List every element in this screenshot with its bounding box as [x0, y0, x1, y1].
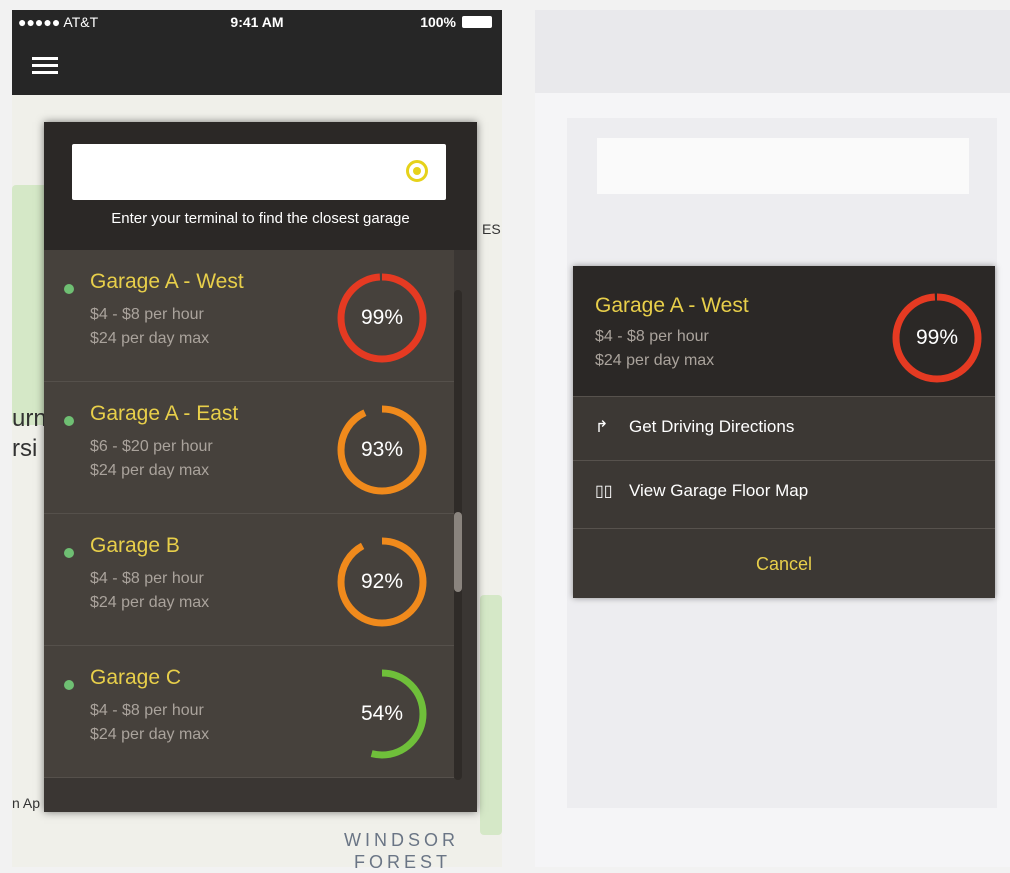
scrollbar-thumb[interactable] [454, 512, 462, 592]
occupancy-percent: 99% [360, 306, 404, 329]
map-label: rsi [12, 435, 38, 462]
garage-rate: $4 - $8 per hour [595, 328, 709, 345]
phone-screen-garage-list: ●●●●● AT&T 9:41 AM 100% urn rsi ES n Ap … [12, 10, 502, 872]
garage-rate: $4 - $8 per hour [90, 570, 204, 587]
directions-icon: ↱ [595, 419, 609, 436]
status-bar: ●●●●● AT&T 9:41 AM 100% [12, 10, 502, 35]
battery-icon [462, 16, 492, 28]
garage-max: $24 per day max [595, 352, 715, 369]
occupancy-percent: 92% [360, 570, 404, 593]
garage-rate: $4 - $8 per hour [90, 702, 204, 719]
map-label: FOREST [354, 852, 452, 872]
map-label: WINDSOR [344, 830, 459, 850]
garage-max: $24 per day max [90, 330, 210, 347]
locate-icon[interactable] [406, 160, 428, 182]
garage-list: Garage A - West $4 - $8 per hour $24 per… [44, 250, 454, 778]
garage-max: $24 per day max [90, 726, 210, 743]
map-label: urn [12, 405, 47, 432]
map-label: n Ap [12, 795, 41, 811]
garage-name: Garage B [90, 534, 180, 557]
map-label: ES [482, 221, 501, 237]
garage-max: $24 per day max [90, 462, 210, 479]
terminal-search-input-dimmed [597, 138, 969, 194]
view-floor-map-label: View Garage Floor Map [629, 481, 809, 500]
occupancy-percent: 93% [360, 438, 404, 461]
garage-rate: $4 - $8 per hour [90, 306, 204, 323]
selected-garage: Garage A - West $4 - $8 per hour $24 per… [573, 266, 995, 396]
phone-screen-garage-actions: Garage A - West $4 - $8 per hour $24 per… [535, 10, 1010, 867]
app-header [12, 35, 502, 95]
garage-action-sheet: Garage A - West $4 - $8 per hour $24 per… [573, 266, 995, 598]
garage-row[interactable]: Garage A - West $4 - $8 per hour $24 per… [44, 250, 454, 382]
garage-panel: Enter your terminal to find the closest … [44, 122, 477, 812]
garage-name: Garage A - West [595, 294, 749, 317]
garage-row[interactable]: Garage B $4 - $8 per hour $24 per day ma… [44, 514, 454, 646]
status-dot [64, 680, 74, 690]
status-dot [64, 548, 74, 558]
view-floor-map-button[interactable]: ▯▯ View Garage Floor Map [573, 460, 995, 523]
terminal-search-input[interactable] [72, 144, 446, 200]
garage-row[interactable]: Garage A - East $6 - $20 per hour $24 pe… [44, 382, 454, 514]
map-icon: ▯▯ [595, 483, 613, 500]
list-scrollbar[interactable] [454, 290, 462, 780]
get-directions-label: Get Driving Directions [629, 417, 795, 436]
garage-row[interactable]: Garage C $4 - $8 per hour $24 per day ma… [44, 646, 454, 778]
search-hint: Enter your terminal to find the closest … [111, 210, 410, 227]
occupancy-percent: 99% [915, 326, 959, 349]
garage-rate: $6 - $20 per hour [90, 438, 213, 455]
app-header-dimmed [535, 10, 1010, 93]
garage-name: Garage A - West [90, 270, 244, 293]
menu-icon[interactable] [32, 53, 58, 77]
panel-header: Enter your terminal to find the closest … [44, 122, 477, 250]
battery-indicator: 100% [420, 14, 492, 30]
get-directions-button[interactable]: ↱ Get Driving Directions [573, 396, 995, 459]
battery-percent: 100% [420, 14, 456, 30]
cancel-button[interactable]: Cancel [573, 528, 995, 599]
garage-max: $24 per day max [90, 594, 210, 611]
status-dot [64, 416, 74, 426]
status-dot [64, 284, 74, 294]
garage-name: Garage C [90, 666, 182, 689]
occupancy-percent: 54% [360, 702, 404, 725]
garage-name: Garage A - East [90, 402, 239, 425]
